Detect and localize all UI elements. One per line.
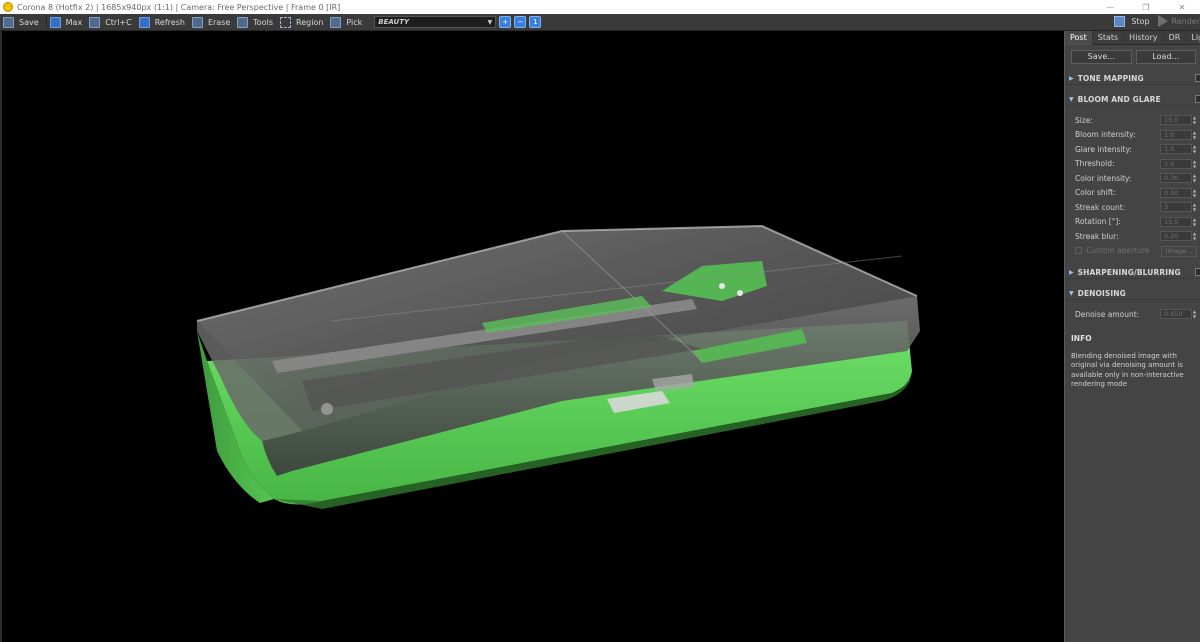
color-intensity-input[interactable]: 0.30	[1160, 173, 1192, 183]
collapse-arrow-icon: ▼	[1069, 290, 1074, 297]
erase-icon	[191, 16, 203, 28]
spinner-arrows-icon[interactable]: ▲ ▼	[1193, 159, 1199, 169]
custom-aperture-checkbox[interactable]	[1075, 247, 1082, 255]
setting-row: Glare intensity: 1.0 ▲ ▼	[1065, 142, 1200, 157]
copy-icon	[89, 16, 101, 28]
setting-row: Denoise amount: 0.650 ▲ ▼	[1065, 307, 1200, 322]
spinner-arrows-icon[interactable]: ▲ ▼	[1193, 144, 1199, 154]
post-panel: Post Stats History DR LightMix Save... L…	[1064, 31, 1200, 642]
window-controls: — ❐ ✕	[1092, 0, 1200, 14]
preset-buttons: Save... Load...	[1065, 45, 1200, 64]
tab-history[interactable]: History	[1124, 31, 1164, 45]
denoising-settings: Denoise amount: 0.650 ▲ ▼	[1065, 300, 1200, 322]
erase-button[interactable]: Erase	[191, 15, 234, 30]
threshold-input[interactable]: 1.0	[1160, 158, 1192, 169]
zoom-fit-icon[interactable]: 1	[529, 16, 542, 28]
spinner-arrows-icon[interactable]: ▲ ▼	[1193, 309, 1199, 319]
chevron-down-icon: ▼	[487, 18, 493, 26]
collapse-arrow-icon: ▼	[1069, 96, 1074, 103]
render-pass-dropdown[interactable]: BEAUTY ▼	[374, 16, 497, 28]
render-viewport[interactable]	[0, 31, 1064, 642]
spinner-arrows-icon[interactable]: ▲ ▼	[1193, 188, 1199, 198]
color-shift-input[interactable]: 0.50	[1160, 187, 1192, 198]
section-tone-mapping[interactable]: ▶ TONE MAPPING	[1065, 73, 1200, 85]
spinner-arrows-icon[interactable]: ▲ ▼	[1193, 130, 1199, 140]
load-preset-button[interactable]: Load...	[1135, 50, 1196, 64]
save-preset-button[interactable]: Save...	[1071, 50, 1132, 64]
spinner-arrows-icon[interactable]: ▲ ▼	[1193, 173, 1199, 183]
size-input[interactable]: 15.0	[1160, 115, 1192, 125]
panel-tabs: Post Stats History DR LightMix	[1065, 31, 1200, 45]
refresh-button[interactable]: Refresh	[138, 15, 189, 30]
setting-row: Streak count: 3 ▲ ▼	[1065, 200, 1200, 215]
streak-count-input[interactable]: 3	[1160, 202, 1192, 212]
minimize-button[interactable]: —	[1092, 0, 1128, 14]
max-icon	[49, 16, 61, 28]
zoom-out-icon[interactable]: −	[514, 16, 527, 28]
spinner-arrows-icon[interactable]: ▲ ▼	[1193, 231, 1199, 241]
expand-arrow-icon: ▶	[1069, 75, 1074, 82]
setting-row: Color shift: 0.50 ▲ ▼	[1065, 186, 1200, 201]
rotation-input[interactable]: 15.0	[1160, 216, 1192, 227]
floppy-disk-icon	[3, 16, 14, 28]
corona-logo-icon	[3, 2, 13, 12]
section-enable-checkbox[interactable]	[1195, 95, 1200, 103]
zoom-in-icon[interactable]: +	[499, 16, 512, 28]
pick-button[interactable]: Pick	[330, 15, 366, 30]
setting-row: Color intensity: 0.30 ▲ ▼	[1065, 171, 1200, 186]
setting-row: Bloom intensity: 1.0 ▲ ▼	[1065, 128, 1200, 143]
setting-row: Rotation [°]: 15.0 ▲ ▼	[1065, 215, 1200, 230]
render-button[interactable]: Render	[1172, 17, 1200, 26]
tools-button[interactable]: Tools	[237, 15, 277, 30]
bloom-intensity-input[interactable]: 1.0	[1160, 129, 1192, 140]
info-heading: INFO	[1071, 333, 1092, 343]
spinner-arrows-icon[interactable]: ▲ ▼	[1193, 202, 1199, 212]
spinner-arrows-icon[interactable]: ▲ ▼	[1193, 217, 1199, 227]
region-select-icon	[280, 16, 291, 28]
render-pass-value: BEAUTY	[378, 18, 410, 26]
tab-post[interactable]: Post	[1065, 31, 1093, 45]
setting-row: Size: 15.0 ▲ ▼	[1065, 113, 1200, 128]
refresh-icon	[138, 16, 150, 28]
section-enable-checkbox[interactable]	[1195, 74, 1200, 82]
max-button[interactable]: Max	[49, 15, 87, 30]
info-text: Blending denoised image with original vi…	[1071, 351, 1184, 389]
render-controls: Stop Render	[1114, 15, 1200, 27]
tab-dr[interactable]: DR	[1164, 31, 1187, 45]
setting-row: Streak blur: 0.20 ▲ ▼	[1065, 229, 1200, 244]
streak-blur-input[interactable]: 0.20	[1160, 231, 1192, 241]
spinner-arrows-icon[interactable]: ▲ ▼	[1193, 115, 1199, 125]
expand-arrow-icon: ▶	[1069, 269, 1074, 276]
section-bloom-glare[interactable]: ▼ BLOOM AND GLARE	[1065, 94, 1200, 106]
play-icon	[1157, 15, 1168, 27]
tab-lightmix[interactable]: LightMix	[1186, 31, 1200, 45]
section-sharpening-blurring[interactable]: ▶ SHARPENING/BLURRING	[1065, 267, 1200, 279]
toolbar: Save Max Ctrl+C Refresh Erase Tools Regi…	[0, 14, 1200, 31]
copy-button[interactable]: Ctrl+C	[89, 15, 136, 30]
stop-icon	[1114, 15, 1126, 27]
bloom-glare-settings: Size: 15.0 ▲ ▼ Bloom intensity: 1.0 ▲ ▼ Gl…	[1065, 106, 1200, 258]
save-button[interactable]: Save	[3, 15, 43, 30]
toolbar-separator	[45, 16, 47, 28]
maximize-button[interactable]: ❐	[1128, 0, 1164, 14]
glare-intensity-input[interactable]: 1.0	[1160, 144, 1192, 154]
rendered-image	[196, 224, 920, 509]
window-title: Corona 8 (Hotfix 2) | 1685x940px (1:1) |…	[17, 2, 341, 12]
region-button[interactable]: Region	[280, 15, 327, 30]
close-button[interactable]: ✕	[1164, 0, 1200, 14]
gear-icon	[237, 16, 249, 28]
section-enable-checkbox[interactable]	[1195, 268, 1200, 276]
denoise-amount-input[interactable]: 0.650	[1160, 309, 1192, 319]
custom-aperture-row: Custom aperture Image...	[1065, 244, 1200, 259]
title-bar: Corona 8 (Hotfix 2) | 1685x940px (1:1) |…	[0, 0, 1200, 14]
aperture-image-button[interactable]: Image...	[1161, 245, 1197, 257]
stop-button[interactable]: Stop	[1131, 17, 1149, 26]
setting-row: Threshold: 1.0 ▲ ▼	[1065, 157, 1200, 172]
section-denoising[interactable]: ▼ DENOISING	[1065, 288, 1200, 300]
tab-stats[interactable]: Stats	[1093, 31, 1125, 45]
pick-cursor-icon	[330, 16, 342, 28]
